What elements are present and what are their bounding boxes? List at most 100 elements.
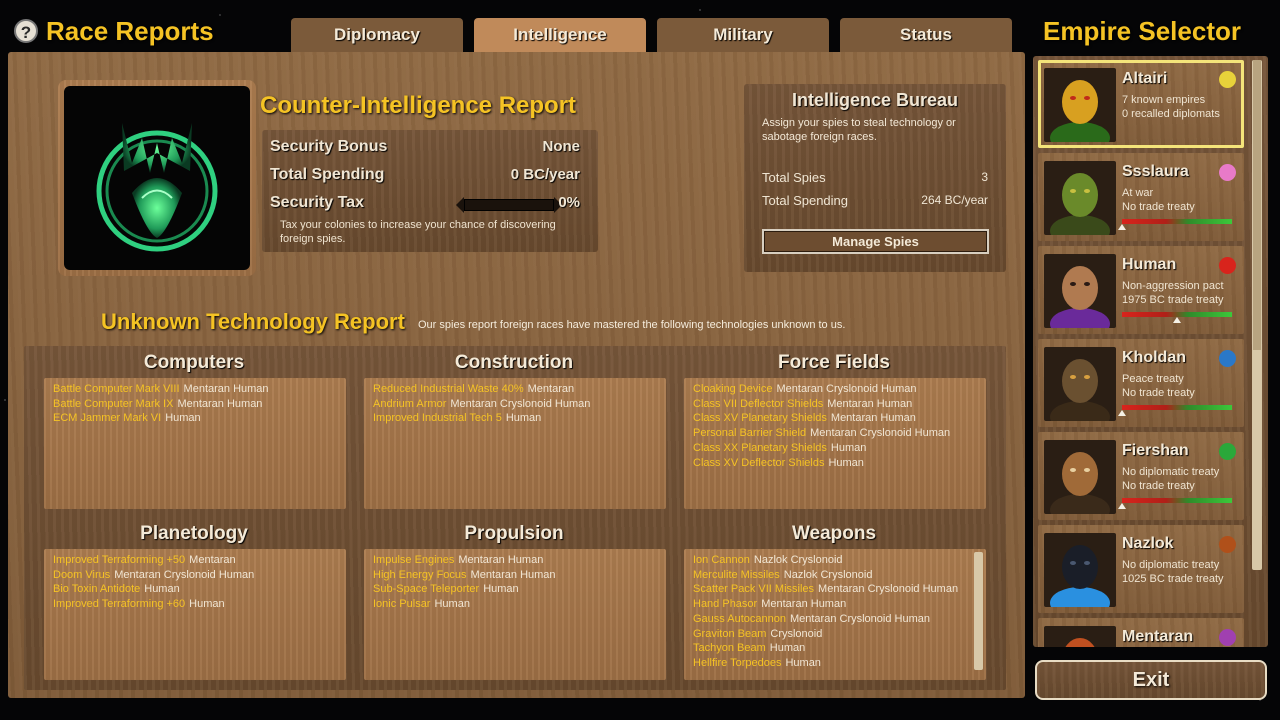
tech-races: Mentaran Cryslonoid Human: [810, 427, 951, 440]
tech-races: Human: [483, 583, 519, 596]
empire-color-dot: [1219, 536, 1236, 553]
tech-races: Mentaran Cryslonoid Human: [450, 397, 591, 410]
category-title-propulsion: Propulsion: [464, 523, 564, 544]
tech-entry: Hand Phasor Mentaran Human: [693, 597, 977, 612]
tab-intelligence[interactable]: Intelligence: [474, 18, 646, 52]
exit-button[interactable]: Exit: [1035, 660, 1267, 700]
relation-marker-icon: [1118, 410, 1126, 416]
tech-name: Sub-Space Teleporter: [373, 583, 480, 596]
tech-entry: Improved Terraforming +60 Human: [53, 597, 337, 612]
security-tax-label: Security Tax: [270, 194, 364, 211]
human-portrait-icon: [1044, 254, 1116, 328]
tech-name: Bio Toxin Antidote: [53, 583, 141, 596]
empire-status-line2: 1025 BC trade treaty: [1122, 573, 1224, 585]
empire-list-scrollbar[interactable]: [1252, 60, 1262, 570]
security-tax-value: 0%: [558, 194, 580, 211]
category-list-computers: Battle Computer Mark VIII Mentaran Human B…: [44, 378, 346, 509]
empire-name: Nazlok: [1122, 535, 1174, 552]
tax-decrease-arrow-icon[interactable]: [456, 197, 464, 213]
counter-intel-title: Counter-Intelligence Report: [260, 92, 577, 119]
tech-entry: Gauss Autocannon Mentaran Cryslonoid Huma…: [693, 612, 977, 627]
tech-entry: Impulse Engines Mentaran Human: [373, 553, 657, 568]
tech-races: Human: [505, 412, 542, 425]
empire-status-line2: No trade treaty: [1122, 387, 1195, 399]
empire-card-nazlok[interactable]: Nazlok No diplomatic treaty 1025 BC trade …: [1038, 525, 1244, 613]
category-list-force-fields: Cloaking Device Mentaran Cryslonoid Human…: [684, 378, 986, 509]
tech-races: Cryslonoid: [770, 627, 823, 640]
category-list-propulsion: Impulse Engines Mentaran Human High Energy…: [364, 549, 666, 680]
race-emblem-frame: [58, 80, 256, 276]
empire-portrait: [1044, 533, 1116, 607]
tech-name: Improved Terraforming +50: [53, 554, 186, 566]
mentaran-portrait-icon: [1044, 626, 1116, 647]
tech-name: Ion Cannon: [693, 554, 750, 566]
tech-entry: Scatter Pack VII Missiles Mentaran Cryslo…: [693, 582, 977, 597]
bureau-title: Intelligence Bureau: [791, 90, 959, 110]
tech-entry: Reduced Industrial Waste 40% Mentaran: [373, 382, 657, 397]
empire-card-kholdan[interactable]: Kholdan Peace treaty No trade treaty: [1038, 339, 1244, 427]
tech-entry: Battle Computer Mark VIII Mentaran Human: [53, 382, 337, 397]
nazlok-portrait-icon: [1044, 533, 1116, 607]
total-spending-row: Total Spending 0 BC/year: [270, 166, 580, 192]
security-tax-row: Security Tax 0%: [270, 194, 580, 220]
relation-bar: [1118, 219, 1232, 230]
tech-races: Human: [830, 441, 867, 454]
tech-entry: Class XX Planetary Shields Human: [693, 441, 977, 456]
tech-races: Human: [165, 412, 201, 425]
intelligence-bureau: Intelligence Bureau Assign your spies to…: [744, 84, 1006, 272]
empire-color-dot: [1219, 257, 1236, 274]
empire-card-ssslaura[interactable]: Ssslaura At war No trade treaty: [1038, 153, 1244, 241]
empire-list-scroll-thumb[interactable]: [1253, 60, 1261, 350]
empire-name: Human: [1122, 256, 1177, 273]
empire-status-line2: No trade treaty: [1122, 480, 1195, 492]
tech-name: Class VII Deflector Shields: [693, 397, 824, 410]
relation-bar: [1118, 498, 1232, 509]
security-tax-slider[interactable]: [456, 197, 562, 213]
unknown-tech-title: Unknown Technology Report: [101, 309, 405, 334]
total-spies-label: Total Spies: [762, 170, 826, 185]
security-tax-note: Tax your colonies to increase your chanc…: [280, 219, 556, 245]
tech-races: Mentaran Human: [183, 383, 269, 395]
empire-portrait: [1044, 347, 1116, 421]
tech-races: Mentaran: [527, 383, 575, 395]
tech-entry: Improved Terraforming +50 Mentaran: [53, 553, 337, 568]
empire-portrait: [1044, 440, 1116, 514]
tech-entry: Bio Toxin Antidote Human: [53, 582, 337, 597]
tech-races: Mentaran Human: [830, 412, 916, 425]
tech-name: Merculite Missiles: [693, 568, 780, 581]
tab-status[interactable]: Status: [840, 18, 1012, 52]
kholdan-portrait-icon: [1044, 347, 1116, 421]
empire-card-human[interactable]: Human Non-aggression pact 1975 BC trade tr…: [1038, 246, 1244, 334]
manage-spies-button[interactable]: Manage Spies: [762, 229, 989, 254]
tech-name: Class XV Planetary Shields: [693, 412, 827, 425]
empire-card-mentaran[interactable]: Mentaran: [1038, 618, 1244, 647]
tax-slider-track[interactable]: [464, 199, 554, 211]
empire-color-dot: [1219, 443, 1236, 460]
tech-name: Improved Industrial Tech 5: [373, 412, 502, 425]
tech-entry: High Energy Focus Mentaran Human: [373, 568, 657, 583]
total-spending-label: Total Spending: [270, 166, 385, 183]
empire-status-line1: Non-aggression pact: [1122, 280, 1224, 292]
category-list-construction: Reduced Industrial Waste 40% Mentaran Andr…: [364, 378, 666, 509]
help-button[interactable]: ?: [14, 19, 38, 43]
bureau-spending-label: Total Spending: [762, 193, 849, 208]
empire-card-altairi[interactable]: Altairi 7 known empires 0 recalled diploma…: [1038, 60, 1244, 148]
empire-portrait: [1044, 626, 1116, 647]
tech-name: Hellfire Torpedoes: [693, 656, 782, 669]
tab-military[interactable]: Military: [657, 18, 829, 52]
tab-diplomacy[interactable]: Diplomacy: [291, 18, 463, 52]
relation-marker-icon: [1173, 317, 1181, 323]
bureau-spending-value: 264 BC/year: [921, 193, 988, 207]
empire-status-line2: 1975 BC trade treaty: [1122, 294, 1224, 306]
security-bonus-row: Security Bonus None: [270, 138, 580, 164]
weapons-list-scrollbar[interactable]: [974, 552, 983, 670]
empire-card-fiershan[interactable]: Fiershan No diplomatic treaty No trade tre…: [1038, 432, 1244, 520]
total-spies-row: Total Spies 3: [762, 170, 988, 185]
tech-races: Human: [189, 598, 225, 611]
category-title-weapons: Weapons: [791, 523, 877, 544]
tech-entry: Sub-Space Teleporter Human: [373, 582, 657, 597]
tech-races: Mentaran Human: [761, 598, 847, 611]
empire-status-line2: 0 recalled diplomats: [1122, 108, 1220, 120]
relation-bar: [1122, 312, 1232, 323]
category-title-construction: Construction: [454, 352, 574, 373]
